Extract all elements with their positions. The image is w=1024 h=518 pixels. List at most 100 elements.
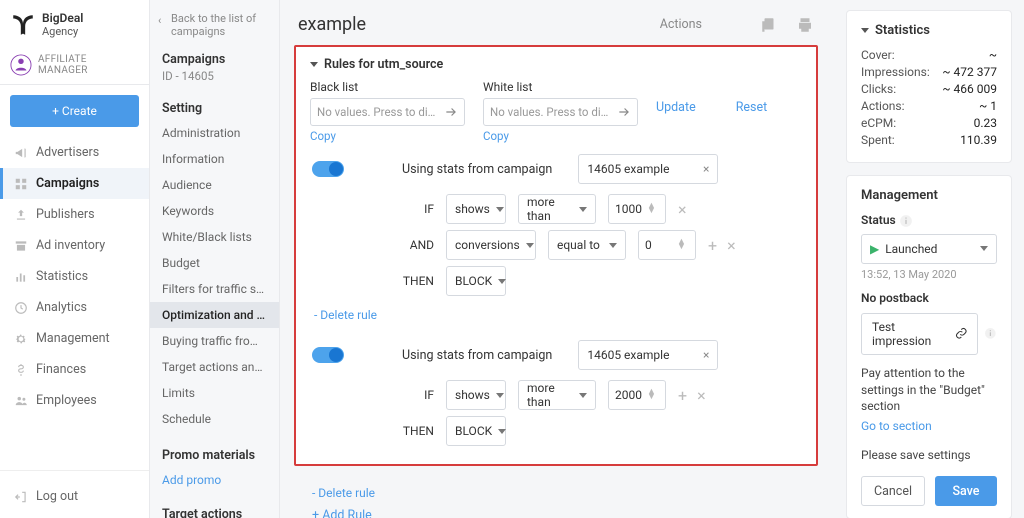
stats-from-label: Using stats from campaign — [402, 162, 552, 177]
mid-buying-traffic[interactable]: Buying traffic from S... — [150, 328, 279, 354]
nav-management[interactable]: Management — [0, 323, 149, 354]
create-button[interactable]: + Create — [10, 95, 139, 127]
rule2-action-select[interactable]: BLOCK — [446, 416, 506, 446]
mid-filters[interactable]: Filters for traffic sour... — [150, 276, 279, 302]
rule1-action-select[interactable]: BLOCK — [446, 266, 506, 296]
bar-chart-icon — [14, 270, 28, 284]
add-promo-link[interactable]: Add promo — [150, 467, 279, 493]
mid-limits[interactable]: Limits — [150, 380, 279, 406]
mid-target-actions[interactable]: Target actions and re... — [150, 354, 279, 380]
remove-cond-icon[interactable]: × — [697, 386, 706, 405]
rule2-delete[interactable]: - Delete rule — [312, 486, 375, 500]
arrow-right-icon — [444, 105, 458, 119]
users-icon — [14, 394, 28, 408]
reset-link[interactable]: Reset — [736, 100, 768, 115]
add-rule-link[interactable]: + Add Rule — [312, 508, 372, 518]
remove-cond-icon[interactable]: × — [727, 236, 736, 255]
no-postback-label: No postback — [861, 291, 997, 305]
mid-keywords[interactable]: Keywords — [150, 198, 279, 224]
chevron-down-icon — [861, 28, 869, 33]
rule1-value-input[interactable]: 1000▲▼ — [608, 194, 666, 224]
rule1-delete[interactable]: - Delete rule — [314, 308, 377, 322]
back-link[interactable]: ‹ Back to the list of campaigns — [150, 6, 279, 52]
rule1-value2-input[interactable]: 0▲▼ — [638, 230, 696, 260]
setting-heading: Setting — [150, 97, 279, 120]
rule1-op2-select[interactable]: equal to — [548, 230, 626, 260]
right-panel: Statistics Cover:~ Impressions:~ 472 377… — [846, 0, 1024, 518]
chevron-down-icon — [579, 207, 587, 212]
rule2-value-input[interactable]: 2000▲▼ — [608, 380, 666, 410]
rule2-campaign-select[interactable]: 14605 example× — [578, 340, 718, 370]
add-cond-icon[interactable]: + — [708, 236, 717, 255]
info-icon[interactable] — [899, 214, 913, 228]
nav-statistics[interactable]: Statistics — [0, 261, 149, 292]
logout-link[interactable]: Log out — [0, 475, 149, 518]
info-icon[interactable] — [984, 327, 997, 341]
mid-administration[interactable]: Administration — [150, 120, 279, 146]
test-impression-button[interactable]: Test impression — [861, 313, 978, 355]
chevron-down-icon — [609, 243, 617, 248]
brand-logo: BigDeal Agency — [0, 0, 149, 46]
status-select[interactable]: ▶ Launched — [861, 234, 997, 264]
rule2-op-select[interactable]: more than — [518, 380, 596, 410]
black-list-input[interactable]: No values. Press to displ... — [310, 98, 465, 126]
if-label: IF — [350, 388, 434, 402]
save-reminder: Please save settings — [861, 447, 997, 464]
affiliate-row[interactable]: AFFILIATE MANAGER — [0, 46, 149, 85]
nav-analytics[interactable]: Analytics — [0, 292, 149, 323]
update-link[interactable]: Update — [656, 100, 696, 115]
cancel-button[interactable]: Cancel — [861, 476, 925, 506]
nav-publishers[interactable]: Publishers — [0, 199, 149, 230]
megaphone-icon — [14, 146, 28, 160]
sidebar-main: BigDeal Agency AFFILIATE MANAGER + Creat… — [0, 0, 150, 518]
rule2-toggle[interactable] — [312, 347, 344, 363]
nav-advertisers[interactable]: Advertisers — [0, 137, 149, 168]
goto-section-link[interactable]: Go to section — [861, 419, 997, 433]
add-cond-icon[interactable]: + — [678, 386, 687, 405]
mid-white-black-lists[interactable]: White/Black lists — [150, 224, 279, 250]
campaign-id: ID - 14605 — [150, 69, 279, 97]
dollar-icon — [14, 363, 28, 377]
stepper-icon[interactable]: ▲▼ — [677, 240, 689, 250]
mid-optimization-rules[interactable]: Optimization and rules — [150, 302, 279, 328]
white-copy-link[interactable]: Copy — [483, 129, 509, 143]
save-button[interactable]: Save — [935, 476, 997, 506]
stepper-icon[interactable]: ▲▼ — [647, 390, 659, 400]
brand-sub: Agency — [42, 25, 83, 38]
rule1-metric2-select[interactable]: conversions — [446, 230, 536, 260]
rules-utm-source-section: Rules for utm_source Black list No value… — [294, 45, 818, 466]
remove-cond-icon[interactable]: × — [678, 200, 687, 219]
nav-finances[interactable]: Finances — [0, 354, 149, 385]
close-icon[interactable]: × — [703, 162, 709, 176]
rule1-metric-select[interactable]: shows — [446, 194, 506, 224]
white-list-input[interactable]: No values. Press to displ... — [483, 98, 638, 126]
close-icon[interactable]: × — [703, 348, 709, 362]
mid-audience[interactable]: Audience — [150, 172, 279, 198]
logout-icon — [14, 490, 28, 504]
management-card: Management Status ▶ Launched 13:52, 13 M… — [846, 175, 1012, 518]
mid-schedule[interactable]: Schedule — [150, 406, 279, 432]
print-icon[interactable] — [796, 16, 814, 34]
rules-title[interactable]: Rules for utm_source — [310, 55, 802, 80]
chevron-down-icon — [498, 429, 506, 434]
sidebar-campaign: ‹ Back to the list of campaigns Campaign… — [150, 0, 280, 518]
actions-dropdown[interactable]: Actions — [660, 17, 702, 32]
campaigns-heading: Campaigns — [150, 52, 279, 69]
rule1-toggle[interactable] — [312, 161, 344, 177]
mid-budget[interactable]: Budget — [150, 250, 279, 276]
page-title: example — [298, 14, 366, 35]
mid-information[interactable]: Information — [150, 146, 279, 172]
rule2-metric-select[interactable]: shows — [446, 380, 506, 410]
copy-icon[interactable] — [760, 16, 778, 34]
rule1-campaign-select[interactable]: 14605 example× — [578, 154, 718, 184]
black-copy-link[interactable]: Copy — [310, 129, 336, 143]
nav-ad-inventory[interactable]: Ad inventory — [0, 230, 149, 261]
chevron-down-icon — [526, 243, 534, 248]
stepper-icon[interactable]: ▲▼ — [647, 204, 659, 214]
black-list-label: Black list — [310, 80, 465, 94]
nav-campaigns[interactable]: Campaigns — [0, 168, 149, 199]
link-icon — [955, 327, 968, 341]
rule1-op-select[interactable]: more than — [518, 194, 596, 224]
statistics-header[interactable]: Statistics — [861, 23, 997, 38]
nav-employees[interactable]: Employees — [0, 385, 149, 416]
